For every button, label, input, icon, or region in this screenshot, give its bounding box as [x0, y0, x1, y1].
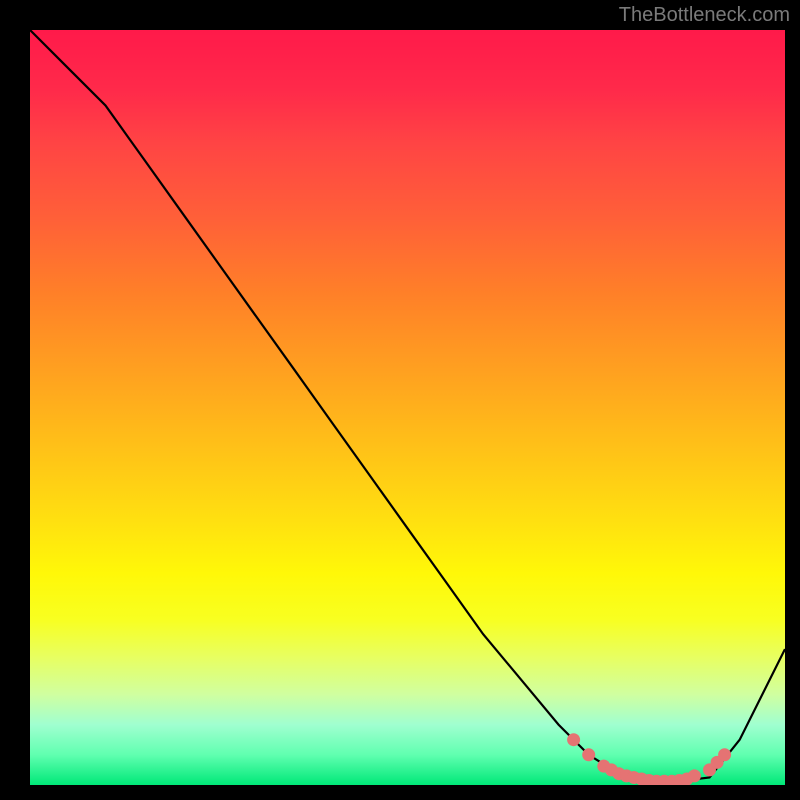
optimal-range-dots — [30, 30, 785, 785]
optimal-dot — [567, 733, 580, 746]
optimal-dot — [582, 748, 595, 761]
optimal-dot — [718, 748, 731, 761]
optimal-dot — [688, 769, 701, 782]
attribution-label: TheBottleneck.com — [619, 4, 790, 27]
chart-plot-area — [30, 30, 785, 785]
